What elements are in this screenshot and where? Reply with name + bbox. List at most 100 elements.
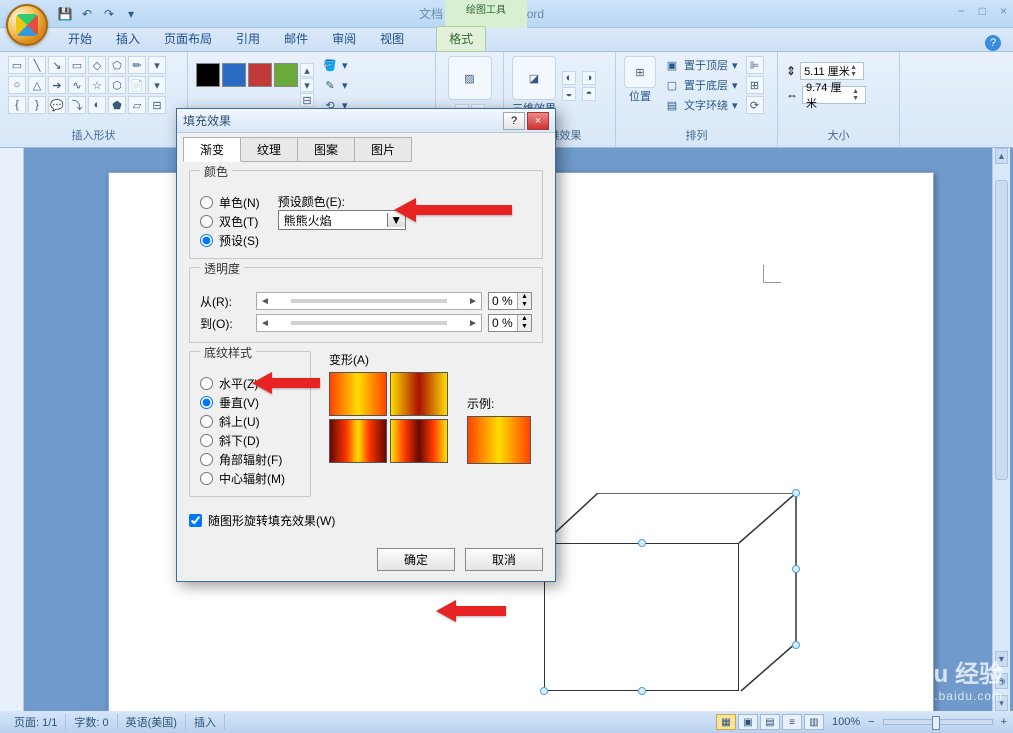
shape-connector-icon[interactable]: ⤵ [68,96,86,114]
shape-textbox2-icon[interactable]: 📄 [128,76,146,94]
group-icon[interactable]: ⊞ [746,76,764,94]
zoom-in-button[interactable]: + [1001,716,1007,728]
shape-more-icon[interactable]: ▾ [148,56,166,74]
preset-combo[interactable]: 熊熊火焰 ▼ [278,210,406,230]
shape-brace-icon[interactable]: { [8,96,26,114]
tab-insert[interactable]: 插入 [104,27,152,51]
qat-dropdown-icon[interactable]: ▾ [122,5,140,23]
next-page-icon[interactable]: ▾ [995,695,1008,711]
bring-front-button[interactable]: ▣置于顶层 ▾ [662,56,740,74]
to-slider[interactable]: ◄► [256,314,482,332]
tab-layout[interactable]: 页面布局 [152,27,224,51]
height-input[interactable]: 5.11 厘米▲▼ [800,62,864,80]
tilt-up-icon[interactable]: ◐ [562,71,576,85]
radio-center[interactable]: 中心辐射(M) [200,469,300,488]
resize-handle[interactable] [792,489,800,497]
shape-tri-icon[interactable]: △ [28,76,46,94]
text-wrap-button[interactable]: ▤文字环绕 ▾ [662,96,740,114]
radio-corner[interactable]: 角部辐射(F) [200,450,300,469]
from-spinner[interactable]: 0 %▲▼ [488,292,532,310]
shape-oval-icon[interactable]: ○ [8,76,26,94]
scroll-thumb[interactable] [995,180,1008,480]
shape-icon[interactable]: ⬡ [108,76,126,94]
status-page[interactable]: 页面: 1/1 [6,714,66,730]
dialog-tab-pattern[interactable]: 图案 [297,137,355,162]
gallery-more-icon[interactable]: ⊟ [300,93,314,107]
shape-icon[interactable]: ▱ [128,96,146,114]
dialog-tab-picture[interactable]: 图片 [354,137,412,162]
dialog-tab-gradient[interactable]: 渐变 [183,137,241,162]
ok-button[interactable]: 确定 [377,548,455,571]
shape-gallery[interactable]: ▭╲↘▭◇⬠✏▾ ○△➔∿☆⬡📄▾ {}💬⤵◐⬟▱⊟ [8,56,166,114]
dialog-help-button[interactable]: ? [503,112,525,130]
shape-icon[interactable]: ◐ [88,96,106,114]
resize-handle[interactable] [792,565,800,573]
view-outline-icon[interactable]: ≡ [782,714,802,730]
shape-fill-button[interactable]: 🪣▾ [320,56,350,74]
radio-vertical[interactable]: 垂直(V) [200,393,300,412]
shape-icon[interactable]: ☆ [88,76,106,94]
tab-format[interactable]: 格式 [436,26,486,52]
style-black[interactable] [196,63,220,87]
radio-double-color[interactable]: 双色(T) [200,212,260,231]
shape-arrow-r-icon[interactable]: ➔ [48,76,66,94]
from-slider[interactable]: ◄► [256,292,482,310]
tab-view[interactable]: 视图 [368,27,416,51]
variant-2[interactable] [390,372,448,416]
shape-scroll-icon[interactable]: ▾ [148,76,166,94]
zoom-level[interactable]: 100% [832,716,860,728]
style-red[interactable] [248,63,272,87]
tab-references[interactable]: 引用 [224,27,272,51]
tilt-right-icon[interactable]: ◓ [582,87,596,101]
scroll-up-icon[interactable]: ▲ [995,148,1008,164]
shape-cube[interactable] [544,493,804,698]
resize-handle[interactable] [792,641,800,649]
radio-diagonal-up[interactable]: 斜上(U) [200,412,300,431]
variant-4[interactable] [390,419,448,463]
save-icon[interactable]: 💾 [56,5,74,23]
width-input[interactable]: 9.74 厘米▲▼ [802,86,866,104]
view-fullscreen-icon[interactable]: ▣ [738,714,758,730]
undo-icon[interactable]: ↶ [78,5,96,23]
dialog-titlebar[interactable]: 填充效果 ? × [177,109,555,133]
dialog-tab-texture[interactable]: 纹理 [240,137,298,162]
shadow-button[interactable]: ▨ [448,56,492,100]
shape-style-gallery[interactable]: ▴ ▾ ⊟ [196,63,314,107]
shape-icon[interactable]: ◇ [88,56,106,74]
resize-handle[interactable] [638,687,646,695]
view-web-icon[interactable]: ▤ [760,714,780,730]
style-green[interactable] [274,63,298,87]
tilt-left-icon[interactable]: ◒ [562,87,576,101]
shape-icon[interactable]: ⬠ [108,56,126,74]
shape-textbox-icon[interactable]: ▭ [8,56,26,74]
prev-page-icon[interactable]: ◉ [995,673,1008,689]
redo-icon[interactable]: ↷ [100,5,118,23]
status-mode[interactable]: 插入 [186,714,225,730]
resize-handle[interactable] [540,687,548,695]
align-icon[interactable]: ⊫ [746,56,764,74]
resize-handle[interactable] [638,539,646,547]
shape-edit-icon[interactable]: ✏ [128,56,146,74]
tab-home[interactable]: 开始 [56,27,104,51]
maximize-button[interactable]: □ [979,4,986,18]
zoom-slider[interactable] [883,719,993,725]
variant-3[interactable] [329,419,387,463]
radio-diagonal-down[interactable]: 斜下(D) [200,431,300,450]
shape-line-icon[interactable]: ╲ [28,56,46,74]
rotate-icon[interactable]: ⟳ [746,96,764,114]
send-back-button[interactable]: ▢置于底层 ▾ [662,76,740,94]
variant-1[interactable] [329,372,387,416]
office-button[interactable] [6,4,48,46]
dialog-close-button[interactable]: × [527,112,549,130]
tilt-down-icon[interactable]: ◑ [582,71,596,85]
tab-mailings[interactable]: 邮件 [272,27,320,51]
gallery-up-icon[interactable]: ▴ [300,63,314,77]
status-words[interactable]: 字数: 0 [66,714,117,730]
style-blue[interactable] [222,63,246,87]
combo-dropdown-icon[interactable]: ▼ [387,213,405,227]
shape-icon[interactable]: ⬟ [108,96,126,114]
radio-single-color[interactable]: 单色(N) [200,193,260,212]
close-button[interactable]: × [1000,4,1007,18]
radio-horizontal[interactable]: 水平(Z) [200,374,300,393]
rotate-checkbox[interactable]: 随图形旋转填充效果(W) [189,511,543,530]
